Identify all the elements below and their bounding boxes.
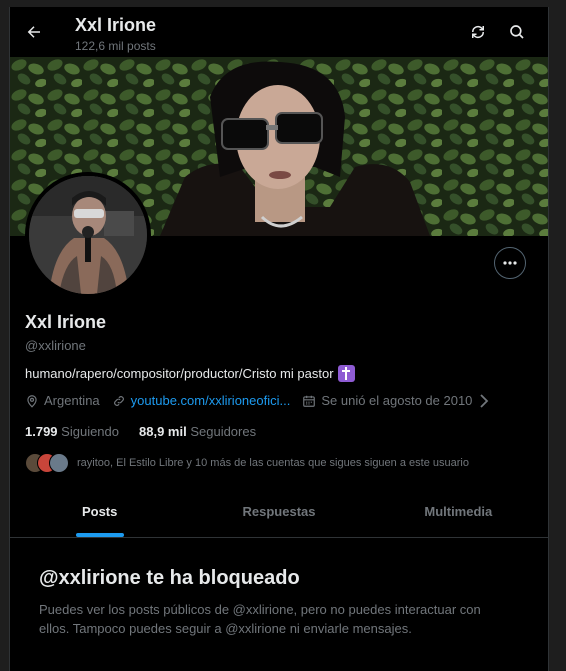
profile-location: Argentina [25, 393, 100, 408]
follow-stats: 1.799 Siguiendo 88,9 mil Seguidores [25, 424, 256, 439]
tab-media[interactable]: Multimedia [369, 485, 548, 537]
back-button[interactable] [20, 18, 48, 46]
avatar-image [29, 176, 147, 294]
search-icon [510, 25, 524, 39]
profile-name: Xxl Irione [25, 312, 107, 332]
more-options-button[interactable] [494, 247, 526, 279]
known-followers-text: rayitoo, El Estilo Libre y 10 más de las… [77, 457, 469, 469]
profile-bio: humano/rapero/compositor/productor/Crist… [25, 365, 355, 382]
followers-count: 88,9 mil [139, 424, 187, 439]
header-posts-count: 122,6 mil posts [75, 39, 156, 53]
followers-link[interactable]: 88,9 mil Seguidores [139, 424, 256, 439]
blocked-title: @xxlirione te ha bloqueado [39, 567, 300, 589]
followers-label: Seguidores [190, 424, 257, 439]
arrow-left-icon [27, 26, 40, 38]
following-link[interactable]: 1.799 Siguiendo [25, 424, 119, 439]
profile-avatar[interactable] [25, 172, 151, 298]
profile-meta: Argentina youtube.com/xxlirioneofici... … [25, 393, 501, 408]
avatar [49, 453, 69, 473]
tab-label: Respuestas [242, 503, 316, 519]
search-button[interactable] [505, 20, 529, 44]
location-icon [27, 394, 37, 408]
profile-joined: Se unió el agosto de 2010 [302, 393, 489, 408]
profile-tabs: Posts Respuestas Multimedia [10, 485, 548, 538]
bio-text: humano/rapero/compositor/productor/Crist… [25, 366, 334, 381]
tab-label: Posts [81, 503, 118, 519]
link-icon [113, 395, 124, 406]
joined-text: Se unió el agosto de 2010 [321, 393, 473, 408]
chevron-right-icon [480, 393, 489, 408]
following-label: Siguiendo [61, 424, 119, 439]
active-tab-indicator [75, 533, 124, 537]
location-text: Argentina [44, 393, 100, 408]
website-link[interactable]: youtube.com/xxlirioneofici... [131, 393, 291, 408]
profile-website[interactable]: youtube.com/xxlirioneofici... [112, 393, 291, 408]
tab-label: Multimedia [424, 503, 493, 519]
refresh-icon [471, 25, 485, 39]
header-title: Xxl Irione [75, 15, 157, 35]
blocked-notice: @xxlirione te ha bloqueado Puedes ver lo… [39, 567, 509, 638]
following-count: 1.799 [25, 424, 58, 439]
known-followers-avatars [25, 453, 69, 473]
profile-handle: @xxlirione [25, 338, 86, 353]
refresh-button[interactable] [466, 20, 490, 44]
blocked-text: Puedes ver los posts públicos de @xxliri… [39, 602, 481, 636]
profile-frame: Xxl Irione 122,6 mil posts Xxl Irione @x… [9, 7, 549, 671]
calendar-icon [303, 395, 316, 407]
latin-cross-icon [337, 365, 355, 382]
tab-posts[interactable]: Posts [10, 485, 189, 537]
top-bar: Xxl Irione 122,6 mil posts [10, 7, 548, 57]
more-icon [503, 261, 517, 265]
tab-replies[interactable]: Respuestas [189, 485, 368, 537]
known-followers[interactable]: rayitoo, El Estilo Libre y 10 más de las… [25, 453, 469, 473]
